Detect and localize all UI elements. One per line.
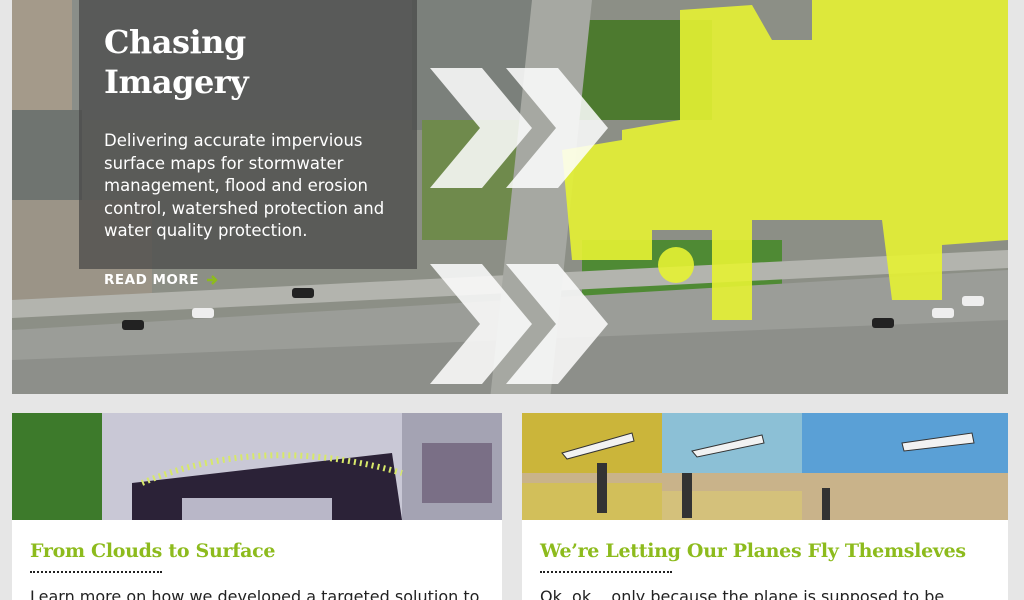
hero-description: Delivering accurate impervious surface m… (104, 131, 385, 240)
card-image-pointcloud (12, 413, 502, 520)
dotted-divider (30, 571, 162, 573)
card-image-plane-launch (522, 413, 1008, 520)
arrow-right-icon (207, 274, 218, 285)
hero-banner: Chasing Imagery Delivering accurate impe… (12, 0, 1008, 394)
card-title[interactable]: From Clouds to Surface (30, 539, 485, 563)
dotted-divider (540, 571, 672, 573)
read-more-link[interactable]: READ MORE (104, 272, 218, 288)
card-clouds-to-surface: From Clouds to Surface Learn more on how… (12, 413, 502, 600)
hero-overlay: Chasing Imagery Delivering accurate impe… (79, 0, 417, 288)
card-title[interactable]: We’re Letting Our Planes Fly Themsleves (540, 539, 991, 563)
card-text: Ok, ok... only because the plane is supp… (540, 587, 945, 600)
hero-title: Chasing Imagery (104, 23, 249, 101)
card-text: Learn more on how we developed a targete… (30, 587, 480, 600)
read-more-label: READ MORE (104, 271, 199, 288)
card-planes-fly: We’re Letting Our Planes Fly Themsleves … (522, 413, 1008, 600)
